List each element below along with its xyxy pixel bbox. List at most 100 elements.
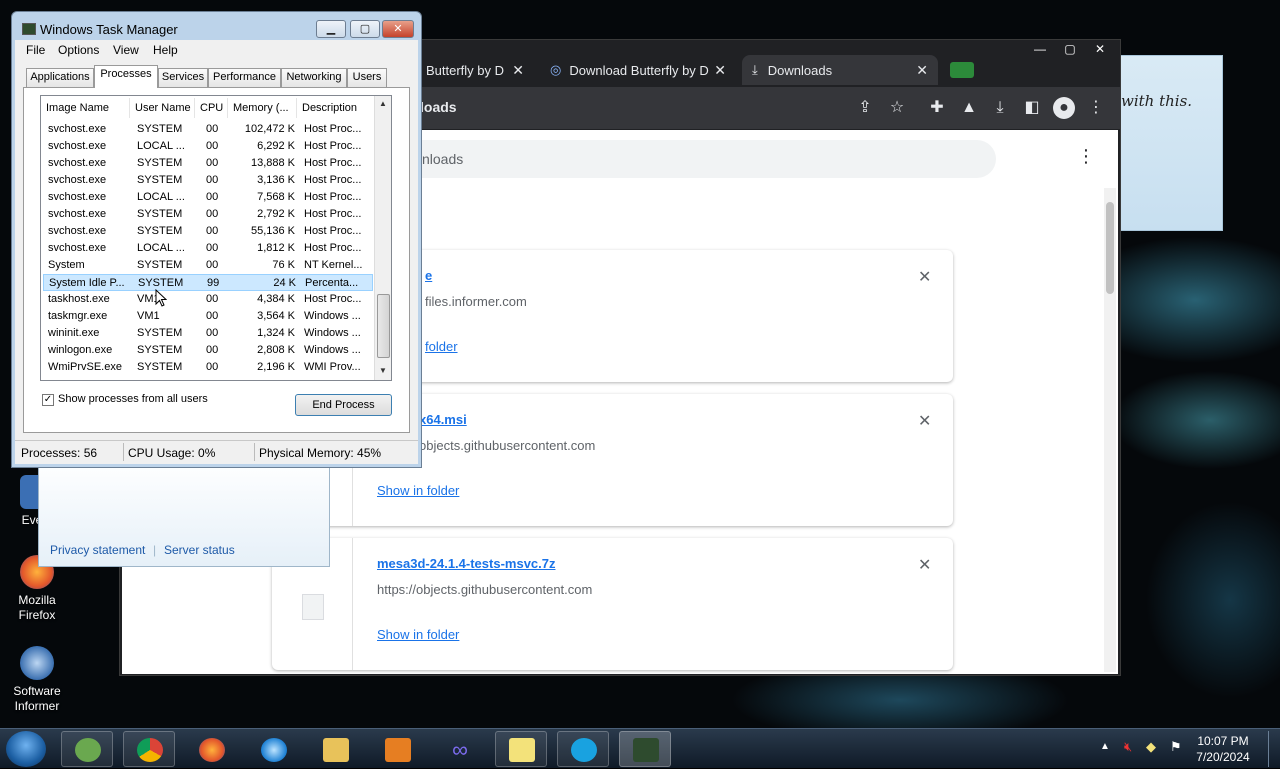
scroll-up-icon[interactable]: ▲ [379,99,387,108]
server-status-link[interactable]: Server status [164,543,235,557]
menu-view[interactable]: View [113,43,139,57]
show-in-folder-link[interactable]: Show in folder [377,627,459,642]
taskbar-item-firefox[interactable] [185,731,237,767]
download-icon[interactable]: ⤓ [989,97,1011,119]
taskbar-item-explorer[interactable] [309,731,361,767]
taskbar-item-task-manager[interactable] [619,731,671,767]
taskbar-item-media-player[interactable] [371,731,423,767]
maximize-button[interactable]: ▢ [350,20,380,38]
close-icon[interactable]: ✕ [918,267,931,287]
menu-file[interactable]: File [26,43,45,57]
tab-applications[interactable]: Applications [26,68,94,87]
flag-icon[interactable]: ⚑ [1170,739,1182,755]
column-cpu[interactable]: CPU [195,98,228,118]
new-tab-button[interactable] [950,62,974,78]
side-panel-icon[interactable]: ◧ [1021,97,1043,119]
page-scrollbar[interactable] [1104,188,1116,672]
close-button[interactable]: ✕ [382,20,414,38]
process-row[interactable]: System Idle P... SYSTEM 99 24 K Percenta... [43,274,373,291]
end-process-button[interactable]: End Process [295,394,392,416]
download-filename-link[interactable]: mesa3d-24.1.4-tests-msvc.7z [377,556,556,571]
close-button[interactable]: ✕ [1085,42,1115,60]
desktop-icon-software-informer[interactable]: Software Informer [0,646,74,714]
download-filename-link[interactable]: x64.msi [419,412,467,427]
extensions-icon[interactable]: ✚ [926,97,948,119]
column-user-name[interactable]: User Name [130,98,195,118]
column-memory[interactable]: Memory (... [228,98,297,118]
taskbar-item-people[interactable] [61,731,113,767]
tab-networking[interactable]: Networking [281,68,347,87]
process-list[interactable]: Image Name User Name CPU Memory (... Des… [40,95,392,381]
scroll-down-icon[interactable]: ▼ [379,366,387,375]
show-in-folder-link[interactable]: Show in folder [377,483,459,498]
star-icon[interactable]: ☆ [886,97,908,119]
close-icon[interactable]: ✕ [512,62,524,79]
profile-icon[interactable]: ● [1053,97,1075,119]
process-row[interactable]: taskmgr.exe VM1 00 3,564 K Windows ... [43,308,373,325]
sticky-note[interactable]: with this. [1120,55,1223,231]
tab-downloads[interactable]: ⤓ Downloads ✕ [742,55,938,85]
taskbar-item-sticky-notes[interactable] [495,731,547,767]
volume-muted-icon[interactable]: 🔇︎ [1124,739,1132,755]
start-button[interactable] [6,731,46,767]
scrollbar-thumb[interactable] [1106,202,1114,294]
process-row[interactable]: winlogon.exe SYSTEM 00 2,808 K Windows ... [43,342,373,359]
menu-help[interactable]: Help [153,43,178,57]
close-icon[interactable]: ✕ [916,62,928,79]
process-row[interactable]: svchost.exe SYSTEM 00 13,888 K Host Proc... [43,155,373,172]
download-url: https://objects.githubusercontent.com [377,582,593,597]
task-manager-body: Applications Processes Services Performa… [15,60,418,446]
process-row[interactable]: taskhost.exe VM1 00 4,384 K Host Proc... [43,291,373,308]
taskbar-item-chrome[interactable] [123,731,175,767]
process-row[interactable]: System SYSTEM 00 76 K NT Kernel... [43,257,373,274]
column-image-name[interactable]: Image Name [41,98,130,118]
menu-options[interactable]: Options [58,43,99,57]
taskbar-item-skype[interactable] [557,731,609,767]
process-row[interactable]: svchost.exe SYSTEM 00 55,136 K Host Proc... [43,223,373,240]
tab-performance[interactable]: Performance [208,68,281,87]
maximize-button[interactable]: ▢ [1055,42,1085,60]
privacy-statement-link[interactable]: Privacy statement [50,543,145,557]
menu-icon[interactable]: ⋮ [1085,97,1107,119]
share-icon[interactable]: ⇪ [854,97,876,119]
download-icon: ⤓ [752,62,758,77]
close-icon[interactable]: ✕ [714,62,726,79]
labs-icon[interactable]: ▲ [958,97,980,119]
close-icon[interactable]: ✕ [918,555,931,575]
show-hidden-icons-icon[interactable]: ▲ [1100,741,1110,752]
more-options-icon[interactable]: ⋮ [1077,146,1095,167]
process-list-scrollbar[interactable]: ▲ ▼ [374,96,391,380]
process-row[interactable]: svchost.exe LOCAL ... 00 7,568 K Host Proc..… [43,189,373,206]
show-in-folder-link[interactable]: folder [425,339,458,354]
download-filename-link[interactable]: e [425,268,432,283]
process-row[interactable]: svchost.exe LOCAL ... 00 6,292 K Host Proc..… [43,138,373,155]
process-row[interactable]: svchost.exe SYSTEM 00 2,792 K Host Proc... [43,206,373,223]
download-url: objects.githubusercontent.com [419,438,596,453]
scrollbar-thumb[interactable] [377,294,390,358]
show-desktop-button[interactable] [1268,731,1280,767]
tab-users[interactable]: Users [347,68,387,87]
taskbar-item-ie[interactable] [247,731,299,767]
tab-butterfly[interactable]: Butterfly by D ✕ [416,55,534,85]
minimize-button[interactable]: — [1025,42,1055,60]
search-input[interactable]: nloads [402,140,996,178]
clock[interactable]: 10:07 PM 7/20/2024 [1188,733,1258,765]
process-row[interactable]: WmiPrvSE.exe SYSTEM 00 2,196 K WMI Prov... [43,359,373,376]
process-cell-desc: Host Proc... [304,225,362,237]
process-row[interactable]: wininit.exe SYSTEM 00 1,324 K Windows ... [43,325,373,342]
tab-services[interactable]: Services [158,68,208,87]
tab-processes[interactable]: Processes [94,65,158,88]
process-row[interactable]: svchost.exe SYSTEM 00 102,472 K Host Proc... [43,121,373,138]
tab-download-butterfly[interactable]: ◎ Download Butterfly by D ✕ [540,55,736,85]
show-all-users-checkbox[interactable]: ✓ [42,394,54,406]
process-cell-image: wininit.exe [48,327,100,339]
process-cell-image: System Idle P... [49,277,125,289]
process-cell-cpu: 00 [206,191,219,203]
process-row[interactable]: svchost.exe SYSTEM 00 3,136 K Host Proc... [43,172,373,189]
close-icon[interactable]: ✕ [918,411,931,431]
taskbar-item-infinity[interactable]: ∞ [433,731,485,767]
process-row[interactable]: svchost.exe LOCAL ... 00 1,812 K Host Proc..… [43,240,373,257]
note-icon[interactable]: ◆ [1146,739,1156,755]
minimize-button[interactable]: ▁ [316,20,346,38]
column-description[interactable]: Description [297,98,375,118]
